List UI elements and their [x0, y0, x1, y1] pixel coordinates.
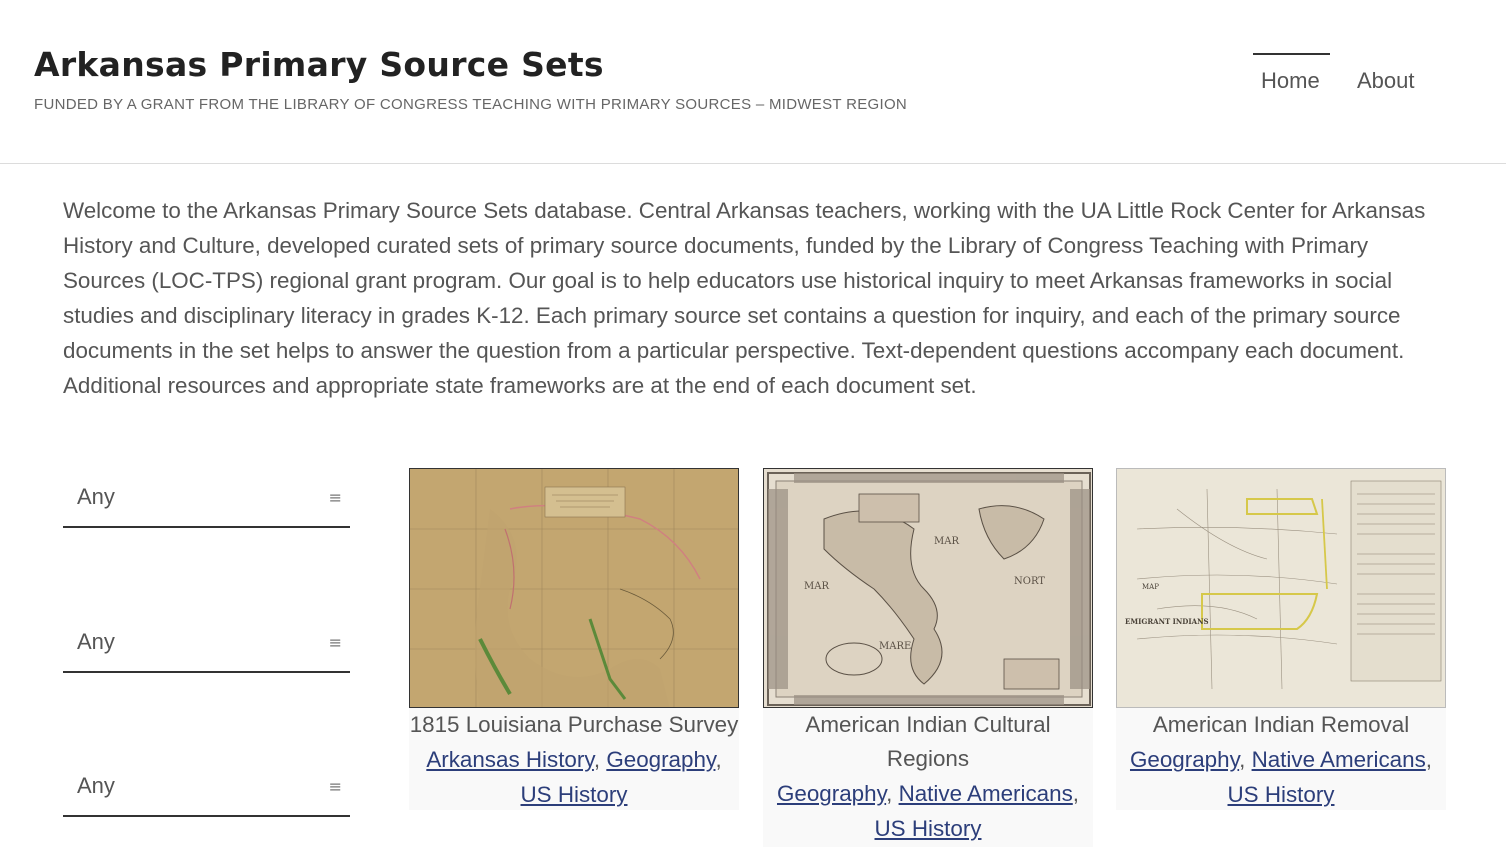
tag-separator: , [886, 781, 899, 806]
svg-text:EMIGRANT INDIANS: EMIGRANT INDIANS [1125, 617, 1209, 626]
nav-about-link[interactable]: About [1357, 68, 1415, 94]
tag-link[interactable]: Geography [606, 747, 715, 772]
tag-link[interactable]: US History [1228, 782, 1335, 807]
map-image [410, 469, 738, 707]
tag-link[interactable]: Arkansas History [426, 747, 594, 772]
tag-separator: , [593, 747, 607, 772]
tag-link[interactable]: Native Americans [899, 781, 1073, 806]
card-title[interactable]: American Indian Cultural Regions [763, 708, 1093, 776]
svg-text:NORT: NORT [1014, 576, 1045, 587]
map-image: MAR NORT MAR MARE [764, 469, 1092, 707]
source-set-card: MAP EMIGRANT INDIANS American Indian Rem… [1116, 468, 1446, 810]
filter-value: Any [77, 773, 115, 798]
site-header: Arkansas Primary Source Sets FUNDED BY A… [0, 0, 1506, 164]
tag-link[interactable]: US History [875, 816, 982, 841]
filter-select-1[interactable]: Any ≡ [63, 468, 350, 528]
map-image: MAP EMIGRANT INDIANS [1117, 469, 1445, 707]
map-thumbnail[interactable]: MAP EMIGRANT INDIANS [1116, 468, 1446, 708]
filter-value: Any [77, 629, 115, 654]
source-set-card: 1815 Louisiana Purchase Survey Arkansas … [409, 468, 739, 810]
tag-link[interactable]: Geography [777, 781, 886, 806]
tag-separator: , [1425, 747, 1433, 772]
site-title[interactable]: Arkansas Primary Source Sets [34, 45, 604, 84]
nav-home-link[interactable]: Home [1261, 68, 1320, 94]
svg-text:MARE: MARE [879, 641, 911, 652]
menu-lines-icon: ≡ [328, 488, 342, 507]
map-thumbnail[interactable] [409, 468, 739, 708]
tag-separator: , [1239, 747, 1252, 772]
menu-lines-icon: ≡ [328, 633, 342, 652]
site-tagline: FUNDED BY A GRANT FROM THE LIBRARY OF CO… [34, 96, 908, 113]
filter-value: Any [77, 484, 115, 509]
tag-separator: , [715, 747, 722, 772]
tag-link[interactable]: Native Americans [1252, 747, 1426, 772]
card-tags: Geography, Native Americans, US History [1116, 742, 1446, 812]
intro-paragraph: Welcome to the Arkansas Primary Source S… [63, 198, 1426, 398]
tag-separator: , [1072, 781, 1080, 806]
card-tags: Arkansas History, Geography, US History [409, 742, 739, 812]
svg-text:MAR: MAR [804, 581, 829, 592]
card-title[interactable]: American Indian Removal [1116, 708, 1446, 742]
card-title[interactable]: 1815 Louisiana Purchase Survey [409, 708, 739, 742]
filter-select-3[interactable]: Any ≡ [63, 757, 350, 817]
tag-link[interactable]: Geography [1130, 747, 1239, 772]
filter-select-2[interactable]: Any ≡ [63, 613, 350, 673]
menu-lines-icon: ≡ [328, 777, 342, 796]
svg-text:MAP: MAP [1142, 583, 1159, 591]
card-tags: Geography, Native Americans, US History [763, 776, 1093, 846]
map-thumbnail[interactable]: MAR NORT MAR MARE [763, 468, 1093, 708]
source-set-card: MAR NORT MAR MARE American Indian Cultural… [763, 468, 1093, 847]
nav-active-indicator [1253, 53, 1330, 55]
tag-link[interactable]: US History [521, 782, 628, 807]
svg-text:MAR: MAR [934, 536, 959, 547]
